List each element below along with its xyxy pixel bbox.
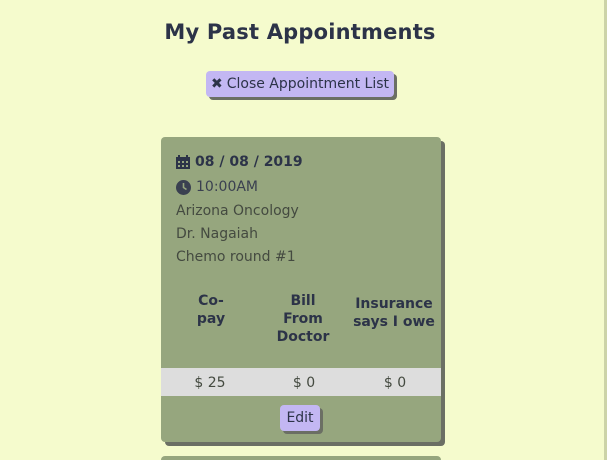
amount-row: $ 25 $ 0 $ 0 xyxy=(161,368,441,396)
page-title: My Past Appointments xyxy=(164,20,436,44)
clock-icon xyxy=(176,179,191,195)
close-appointment-list-button[interactable]: ✖ Close Appointment List xyxy=(206,71,394,97)
insurance-column-header: Insurance says I owe xyxy=(353,296,435,330)
page: My Past Appointments ✖ Close Appointment… xyxy=(0,0,607,460)
appointment-time: 10:00AM xyxy=(196,179,259,195)
copay-column-header: Co- pay xyxy=(196,293,226,327)
calendar-icon xyxy=(176,155,190,169)
appointment-card: 08 / 08 / 2019 10:00AM Arizona Oncology … xyxy=(161,137,441,442)
times-icon: ✖ xyxy=(210,76,223,92)
copay-amount: $ 25 xyxy=(194,375,226,391)
close-button-label: Close Appointment List xyxy=(226,76,390,92)
appointment-date: 08 / 08 / 2019 xyxy=(195,154,303,170)
appointment-location: Arizona Oncology xyxy=(176,203,299,219)
edit-button[interactable]: Edit xyxy=(280,405,320,431)
appointment-doctor: Dr. Nagaiah xyxy=(176,226,259,242)
bill-column-header: Bill From Doctor xyxy=(276,293,330,345)
next-appointment-card xyxy=(161,456,441,460)
appointment-notes: Chemo round #1 xyxy=(176,249,296,265)
bill-amount: $ 0 xyxy=(292,375,316,391)
insurance-amount: $ 0 xyxy=(383,375,407,391)
appointment-time-row: 10:00AM xyxy=(176,179,258,195)
appointment-date-row: 08 / 08 / 2019 xyxy=(176,154,303,170)
